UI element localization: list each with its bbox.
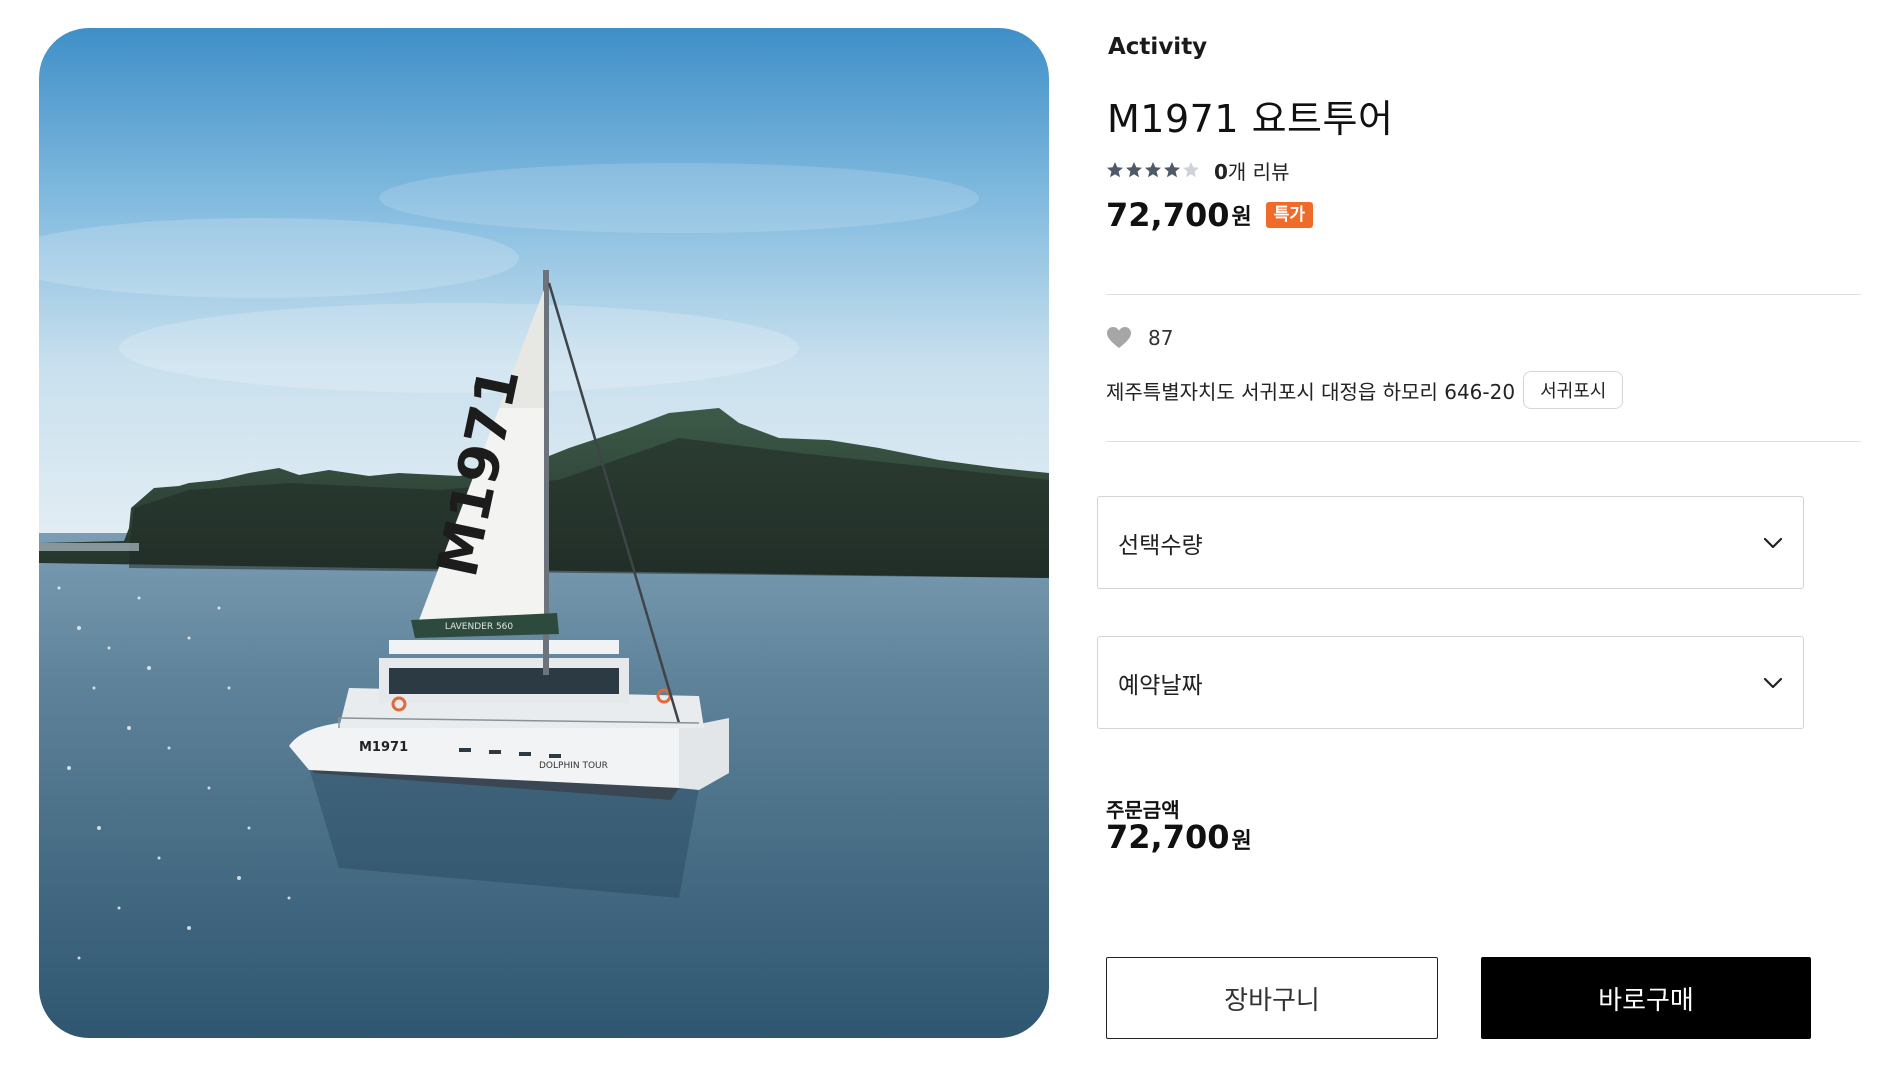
add-to-cart-button[interactable]: 장바구니: [1106, 957, 1438, 1039]
buy-now-button[interactable]: 바로구매: [1481, 957, 1811, 1039]
review-count-number: 0: [1214, 159, 1228, 184]
product-image: LAVENDER 560 M1971 M1971 DOLPHIN TOUR: [39, 28, 1049, 1038]
boom-text: LAVENDER 560: [445, 622, 514, 632]
star-rating: [1106, 161, 1200, 179]
like-count: 87: [1148, 326, 1174, 350]
date-select[interactable]: 예약날짜: [1097, 636, 1804, 729]
region-tag[interactable]: 서귀포시: [1523, 371, 1624, 409]
hull-brand-text: M1971: [359, 740, 408, 755]
address-row: 제주특별자치도 서귀포시 대정읍 하모리 646-20 서귀포시: [1106, 371, 1624, 409]
price-row: 72,700 원 특가: [1106, 196, 1314, 234]
product-price: 72,700: [1106, 196, 1230, 234]
star-icon: [1182, 161, 1200, 179]
product-title: M1971 요트투어: [1107, 97, 1394, 141]
price-unit: 원: [1231, 205, 1252, 230]
star-icon: [1106, 161, 1124, 179]
divider: [1106, 294, 1861, 295]
rating-row[interactable]: 0개 리뷰: [1106, 156, 1289, 184]
quantity-select[interactable]: 선택수량: [1097, 496, 1804, 589]
order-total-unit: 원: [1231, 829, 1252, 854]
yacht-photo: LAVENDER 560 M1971 M1971 DOLPHIN TOUR: [39, 28, 1049, 1038]
buy-now-label: 바로구매: [1598, 985, 1694, 1016]
order-total-row: 72,700 원: [1106, 818, 1252, 856]
star-icon: [1144, 161, 1162, 179]
star-icon: [1163, 161, 1181, 179]
hull-tour-text: DOLPHIN TOUR: [539, 761, 608, 771]
product-address: 제주특별자치도 서귀포시 대정읍 하모리 646-20: [1106, 379, 1516, 404]
order-total-price: 72,700: [1106, 818, 1230, 856]
product-info-panel: Activity M1971 요트투어 0개 리뷰 72,700 원 특가 87…: [1097, 0, 1861, 1074]
add-to-cart-label: 장바구니: [1224, 985, 1320, 1016]
chevron-down-icon: [1763, 677, 1783, 689]
review-count-suffix: 개 리뷰: [1227, 159, 1290, 184]
review-count[interactable]: 0개 리뷰: [1214, 156, 1289, 185]
quantity-select-label: 선택수량: [1118, 532, 1203, 559]
sale-badge: 특가: [1265, 202, 1314, 228]
like-row[interactable]: 87: [1106, 325, 1173, 351]
date-select-label: 예약날짜: [1118, 672, 1203, 699]
star-icon: [1125, 161, 1143, 179]
heart-icon[interactable]: [1106, 326, 1132, 350]
divider: [1106, 441, 1861, 442]
product-category: Activity: [1108, 34, 1208, 60]
chevron-down-icon: [1763, 537, 1783, 549]
